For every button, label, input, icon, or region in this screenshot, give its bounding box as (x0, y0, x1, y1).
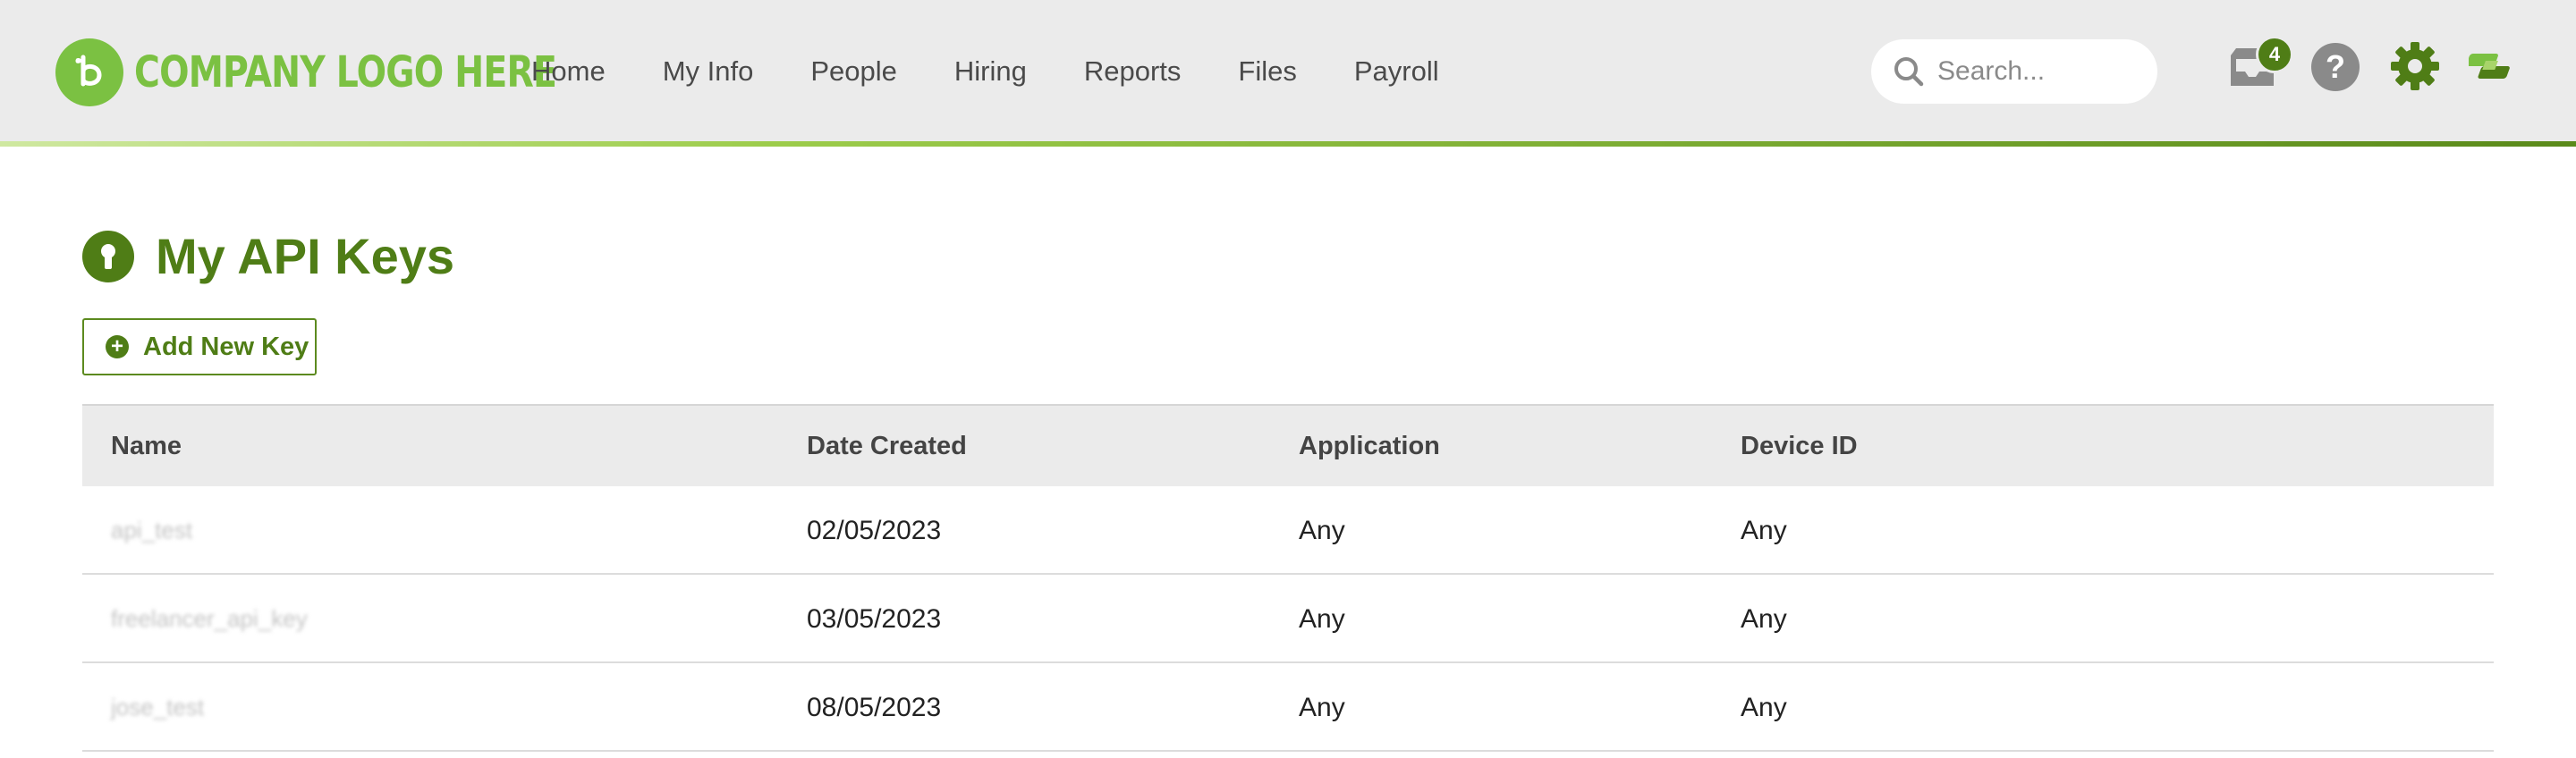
application: Any (1299, 692, 1345, 722)
key-icon (82, 230, 134, 282)
date-created: 02/05/2023 (807, 515, 942, 545)
help-icon[interactable]: ? (2311, 43, 2360, 91)
apps-icon[interactable] (2469, 48, 2522, 84)
notification-badge: 4 (2256, 36, 2293, 73)
gear-icon[interactable] (2388, 39, 2442, 93)
nav-reports[interactable]: Reports (1084, 55, 1182, 88)
device-id: Any (1741, 603, 1787, 634)
page-title: My API Keys (82, 227, 454, 285)
logo-mark-icon (55, 38, 123, 106)
add-new-key-label: Add New Key (143, 332, 309, 361)
search-icon (1894, 57, 1924, 87)
top-navigation-bar: COMPANY LOGO HERE Home My Info People Hi… (0, 0, 2576, 144)
table-header: Name Date Created Application Device ID (82, 406, 2494, 486)
main-nav: Home My Info People Hiring Reports Files… (531, 46, 1496, 97)
header-accent-line (0, 141, 2576, 147)
key-name: api_test (111, 517, 193, 543)
date-created: 08/05/2023 (807, 692, 942, 722)
nav-hiring[interactable]: Hiring (954, 55, 1027, 88)
page-title-text: My API Keys (156, 228, 455, 284)
key-name: jose_test (111, 694, 205, 720)
nav-home[interactable]: Home (531, 55, 606, 88)
column-header-name[interactable]: Name (111, 406, 182, 486)
device-id: Any (1741, 692, 1787, 722)
column-header-application[interactable]: Application (1299, 406, 1440, 486)
table-row[interactable]: freelancer_api_key 03/05/2023 Any Any (82, 575, 2494, 663)
application: Any (1299, 515, 1345, 545)
api-keys-table: Name Date Created Application Device ID … (82, 404, 2494, 752)
application: Any (1299, 603, 1345, 634)
search-input[interactable] (1937, 56, 2143, 87)
plus-circle-icon: + (106, 335, 129, 358)
nav-files[interactable]: Files (1238, 55, 1296, 88)
nav-my-info[interactable]: My Info (663, 55, 754, 88)
column-header-device-id[interactable]: Device ID (1741, 406, 1858, 486)
search-box[interactable] (1871, 39, 2157, 104)
nav-people[interactable]: People (810, 55, 897, 88)
date-created: 03/05/2023 (807, 603, 942, 634)
add-new-key-button[interactable]: + Add New Key (82, 318, 317, 375)
table-row[interactable]: jose_test 08/05/2023 Any Any (82, 663, 2494, 752)
table-row[interactable]: api_test 02/05/2023 Any Any (82, 486, 2494, 575)
device-id: Any (1741, 515, 1787, 545)
logo-text: COMPANY LOGO HERE (134, 47, 557, 97)
key-name: freelancer_api_key (111, 605, 308, 632)
nav-payroll[interactable]: Payroll (1354, 55, 1439, 88)
column-header-date-created[interactable]: Date Created (807, 406, 967, 486)
